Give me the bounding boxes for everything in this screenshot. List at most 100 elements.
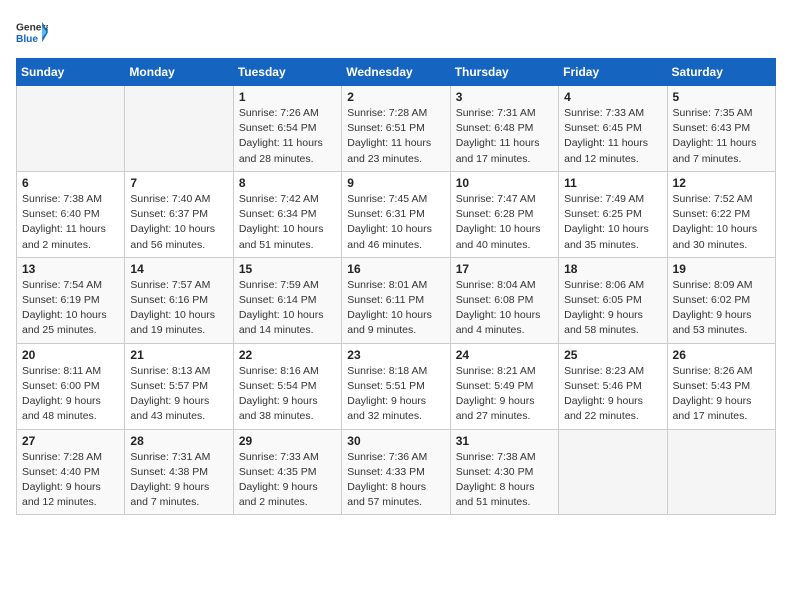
day-info: Sunrise: 8:23 AMSunset: 5:46 PMDaylight:…: [564, 364, 661, 425]
calendar-cell: 8Sunrise: 7:42 AMSunset: 6:34 PMDaylight…: [233, 171, 341, 257]
day-number: 2: [347, 90, 444, 104]
weekday-header-tuesday: Tuesday: [233, 59, 341, 86]
day-number: 23: [347, 348, 444, 362]
calendar-cell: 1 Sunrise: 7:26 AMSunset: 6:54 PMDaylight…: [233, 86, 341, 172]
day-info: Sunrise: 8:21 AMSunset: 5:49 PMDaylight:…: [456, 364, 553, 425]
calendar-cell: 26Sunrise: 8:26 AMSunset: 5:43 PMDayligh…: [667, 343, 775, 429]
calendar-header: SundayMondayTuesdayWednesdayThursdayFrid…: [17, 59, 776, 86]
calendar-cell: 9 Sunrise: 7:45 AMSunset: 6:31 PMDaylight…: [342, 171, 450, 257]
day-info: Sunrise: 8:16 AMSunset: 5:54 PMDaylight:…: [239, 364, 336, 425]
day-info: Sunrise: 7:26 AMSunset: 6:54 PMDaylight:…: [239, 106, 336, 167]
day-number: 25: [564, 348, 661, 362]
calendar-week-3: 13 Sunrise: 7:54 AMSunset: 6:19 PMDayligh…: [17, 257, 776, 343]
calendar-cell: [559, 429, 667, 515]
calendar-cell: 10 Sunrise: 7:47 AMSunset: 6:28 PMDayligh…: [450, 171, 558, 257]
day-number: 1: [239, 90, 336, 104]
calendar-cell: 29 Sunrise: 7:33 AMSunset: 4:35 PMDayligh…: [233, 429, 341, 515]
calendar-cell: 6 Sunrise: 7:38 AMSunset: 6:40 PMDaylight…: [17, 171, 125, 257]
calendar-cell: 21 Sunrise: 8:13 AMSunset: 5:57 PMDayligh…: [125, 343, 233, 429]
day-info: Sunrise: 7:38 AMSunset: 6:40 PMDaylight:…: [22, 192, 119, 253]
calendar-cell: 2 Sunrise: 7:28 AMSunset: 6:51 PMDaylight…: [342, 86, 450, 172]
day-info: Sunrise: 7:28 AMSunset: 6:51 PMDaylight:…: [347, 106, 444, 167]
day-number: 7: [130, 176, 227, 190]
calendar-cell: 13 Sunrise: 7:54 AMSunset: 6:19 PMDayligh…: [17, 257, 125, 343]
day-info: Sunrise: 8:04 AMSunset: 6:08 PMDaylight:…: [456, 278, 553, 339]
day-number: 19: [673, 262, 770, 276]
logo-icon: GeneralBlue: [16, 16, 48, 48]
calendar-body: 1 Sunrise: 7:26 AMSunset: 6:54 PMDaylight…: [17, 86, 776, 515]
day-number: 21: [130, 348, 227, 362]
day-info: Sunrise: 7:59 AMSunset: 6:14 PMDaylight:…: [239, 278, 336, 339]
day-info: Sunrise: 7:40 AMSunset: 6:37 PMDaylight:…: [130, 192, 227, 253]
day-number: 4: [564, 90, 661, 104]
day-number: 18: [564, 262, 661, 276]
day-number: 8: [239, 176, 336, 190]
calendar-cell: 16 Sunrise: 8:01 AMSunset: 6:11 PMDayligh…: [342, 257, 450, 343]
calendar-cell: 28Sunrise: 7:31 AMSunset: 4:38 PMDayligh…: [125, 429, 233, 515]
day-info: Sunrise: 8:06 AMSunset: 6:05 PMDaylight:…: [564, 278, 661, 339]
calendar-cell: [17, 86, 125, 172]
calendar-table: SundayMondayTuesdayWednesdayThursdayFrid…: [16, 58, 776, 515]
day-number: 20: [22, 348, 119, 362]
day-number: 22: [239, 348, 336, 362]
calendar-cell: [667, 429, 775, 515]
day-number: 9: [347, 176, 444, 190]
calendar-cell: 30Sunrise: 7:36 AMSunset: 4:33 PMDayligh…: [342, 429, 450, 515]
calendar-cell: 11 Sunrise: 7:49 AMSunset: 6:25 PMDayligh…: [559, 171, 667, 257]
day-number: 27: [22, 434, 119, 448]
calendar-cell: 19Sunrise: 8:09 AMSunset: 6:02 PMDayligh…: [667, 257, 775, 343]
calendar-cell: 3 Sunrise: 7:31 AMSunset: 6:48 PMDaylight…: [450, 86, 558, 172]
weekday-header-monday: Monday: [125, 59, 233, 86]
day-number: 13: [22, 262, 119, 276]
calendar-cell: 5 Sunrise: 7:35 AMSunset: 6:43 PMDaylight…: [667, 86, 775, 172]
calendar-cell: 25 Sunrise: 8:23 AMSunset: 5:46 PMDayligh…: [559, 343, 667, 429]
day-number: 16: [347, 262, 444, 276]
calendar-cell: 15 Sunrise: 7:59 AMSunset: 6:14 PMDayligh…: [233, 257, 341, 343]
calendar-cell: 27 Sunrise: 7:28 AMSunset: 4:40 PMDayligh…: [17, 429, 125, 515]
calendar-week-1: 1 Sunrise: 7:26 AMSunset: 6:54 PMDaylight…: [17, 86, 776, 172]
day-info: Sunrise: 7:35 AMSunset: 6:43 PMDaylight:…: [673, 106, 770, 167]
weekday-header-wednesday: Wednesday: [342, 59, 450, 86]
day-info: Sunrise: 7:45 AMSunset: 6:31 PMDaylight:…: [347, 192, 444, 253]
day-info: Sunrise: 7:52 AMSunset: 6:22 PMDaylight:…: [673, 192, 770, 253]
day-info: Sunrise: 7:47 AMSunset: 6:28 PMDaylight:…: [456, 192, 553, 253]
day-info: Sunrise: 8:18 AMSunset: 5:51 PMDaylight:…: [347, 364, 444, 425]
day-number: 28: [130, 434, 227, 448]
day-number: 26: [673, 348, 770, 362]
day-number: 14: [130, 262, 227, 276]
day-info: Sunrise: 7:28 AMSunset: 4:40 PMDaylight:…: [22, 450, 119, 511]
day-number: 15: [239, 262, 336, 276]
calendar-cell: 18 Sunrise: 8:06 AMSunset: 6:05 PMDayligh…: [559, 257, 667, 343]
day-number: 6: [22, 176, 119, 190]
day-info: Sunrise: 7:36 AMSunset: 4:33 PMDaylight:…: [347, 450, 444, 511]
calendar-cell: 12Sunrise: 7:52 AMSunset: 6:22 PMDayligh…: [667, 171, 775, 257]
day-number: 29: [239, 434, 336, 448]
day-info: Sunrise: 8:11 AMSunset: 6:00 PMDaylight:…: [22, 364, 119, 425]
calendar-cell: 23 Sunrise: 8:18 AMSunset: 5:51 PMDayligh…: [342, 343, 450, 429]
day-info: Sunrise: 7:38 AMSunset: 4:30 PMDaylight:…: [456, 450, 553, 511]
calendar-cell: 17 Sunrise: 8:04 AMSunset: 6:08 PMDayligh…: [450, 257, 558, 343]
day-number: 31: [456, 434, 553, 448]
calendar-cell: 4 Sunrise: 7:33 AMSunset: 6:45 PMDaylight…: [559, 86, 667, 172]
day-number: 11: [564, 176, 661, 190]
day-info: Sunrise: 7:54 AMSunset: 6:19 PMDaylight:…: [22, 278, 119, 339]
day-info: Sunrise: 8:13 AMSunset: 5:57 PMDaylight:…: [130, 364, 227, 425]
day-number: 17: [456, 262, 553, 276]
day-info: Sunrise: 7:31 AMSunset: 6:48 PMDaylight:…: [456, 106, 553, 167]
day-info: Sunrise: 7:49 AMSunset: 6:25 PMDaylight:…: [564, 192, 661, 253]
day-info: Sunrise: 7:33 AMSunset: 6:45 PMDaylight:…: [564, 106, 661, 167]
page-header: GeneralBlue: [16, 16, 776, 48]
day-number: 5: [673, 90, 770, 104]
calendar-cell: 20 Sunrise: 8:11 AMSunset: 6:00 PMDayligh…: [17, 343, 125, 429]
day-info: Sunrise: 8:01 AMSunset: 6:11 PMDaylight:…: [347, 278, 444, 339]
calendar-cell: [125, 86, 233, 172]
day-number: 3: [456, 90, 553, 104]
weekday-header-sunday: Sunday: [17, 59, 125, 86]
calendar-cell: 24 Sunrise: 8:21 AMSunset: 5:49 PMDayligh…: [450, 343, 558, 429]
day-number: 24: [456, 348, 553, 362]
day-number: 10: [456, 176, 553, 190]
logo: GeneralBlue: [16, 16, 48, 48]
calendar-cell: 31 Sunrise: 7:38 AMSunset: 4:30 PMDayligh…: [450, 429, 558, 515]
day-info: Sunrise: 7:33 AMSunset: 4:35 PMDaylight:…: [239, 450, 336, 511]
calendar-cell: 14Sunrise: 7:57 AMSunset: 6:16 PMDayligh…: [125, 257, 233, 343]
